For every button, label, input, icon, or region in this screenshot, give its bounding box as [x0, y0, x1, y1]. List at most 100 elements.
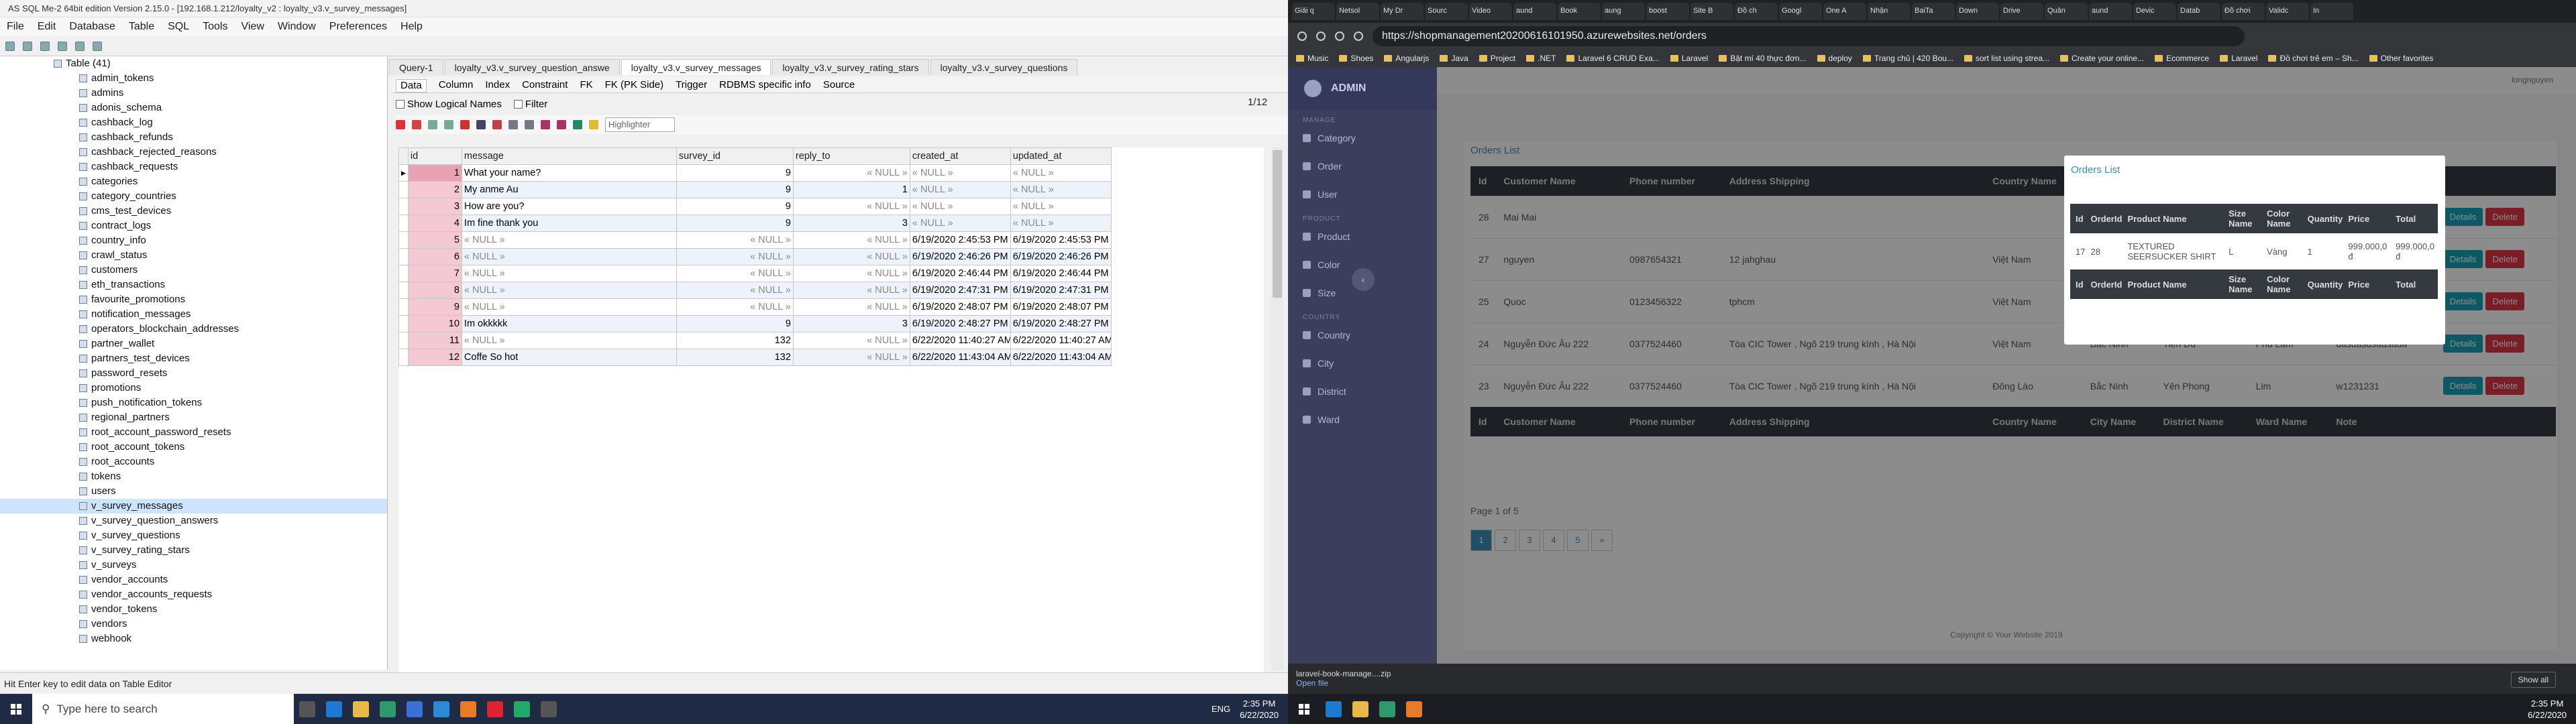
bookmark-item[interactable]: Java: [1440, 54, 1468, 63]
row-indicator[interactable]: [398, 349, 409, 366]
doc-tab[interactable]: loyalty_v3.v_survey_rating_stars: [772, 59, 929, 75]
tab-fk[interactable]: FK: [580, 79, 592, 93]
row-indicator[interactable]: [398, 315, 409, 333]
sql-icon[interactable]: [93, 41, 102, 51]
grid-scrollbar[interactable]: [1271, 147, 1283, 670]
browser-tab[interactable]: Datab: [2178, 3, 2220, 20]
cell-reply_to[interactable]: 3: [792, 215, 910, 232]
row-indicator[interactable]: [398, 231, 409, 249]
menu-item-window[interactable]: Window: [278, 21, 316, 36]
tree-item-operators_blockchain_addresses[interactable]: operators_blockchain_addresses: [0, 322, 387, 337]
doc-tab[interactable]: loyalty_v3.v_survey_questions: [930, 59, 1078, 75]
tree-item-root_account_password_resets[interactable]: root_account_password_resets: [0, 425, 387, 440]
refresh-icon[interactable]: [40, 41, 50, 51]
bookmark-item[interactable]: Laravel 6 CRUD Exa...: [1566, 54, 1660, 63]
brand[interactable]: ADMIN: [1288, 67, 1437, 110]
tab-trigger[interactable]: Trigger: [676, 79, 707, 93]
move-up-icon[interactable]: [428, 120, 437, 129]
cell-id[interactable]: 1: [407, 164, 462, 182]
bookmark-item[interactable]: .NET: [1526, 54, 1556, 63]
browser-tab[interactable]: BaiTa: [1912, 3, 1955, 20]
back-icon[interactable]: [1297, 32, 1307, 41]
row-indicator[interactable]: [398, 248, 409, 265]
cell-created_at[interactable]: 6/19/2020 2:48:07 PM: [909, 298, 1011, 316]
bookmark-item[interactable]: sort list using strea...: [1964, 54, 2049, 63]
table-row[interactable]: ▶ 1 What your name? 9 « NULL » « NULL » « NULL…: [398, 164, 1112, 182]
sidebar-toggle-button[interactable]: ‹: [1352, 268, 1375, 291]
tab-rdbms-specific-info[interactable]: RDBMS specific info: [719, 79, 811, 93]
browser-tab[interactable]: Drive: [2000, 3, 2043, 20]
table-row[interactable]: 2 My anme Au 9 1 « NULL » « NULL »: [398, 181, 1112, 198]
row-indicator[interactable]: [398, 265, 409, 282]
cell-survey_id[interactable]: 9: [676, 315, 794, 333]
table-row[interactable]: 6 « NULL » « NULL » « NULL » 6/19/2020 2:46:…: [398, 248, 1112, 265]
cell-id[interactable]: 3: [407, 198, 462, 215]
cell-survey_id[interactable]: « NULL »: [676, 265, 794, 282]
table-row[interactable]: 10 Im okkkkk 9 3 6/19/2020 2:48:27 PM 6/19/20…: [398, 315, 1112, 333]
cell-created_at[interactable]: 6/22/2020 11:43:04 AM: [909, 349, 1011, 366]
tree-item-partner_wallet[interactable]: partner_wallet: [0, 337, 387, 351]
cell-id[interactable]: 8: [407, 282, 462, 299]
tab-constraint[interactable]: Constraint: [522, 79, 568, 93]
save-icon[interactable]: [23, 41, 32, 51]
language-indicator[interactable]: ENG: [1212, 704, 1230, 714]
run-icon[interactable]: [589, 120, 598, 129]
row-indicator[interactable]: [398, 298, 409, 316]
cell-survey_id[interactable]: 132: [676, 332, 794, 349]
download-item[interactable]: laravel-book-manage....zip Open file: [1296, 669, 2568, 688]
row-indicator[interactable]: [398, 181, 409, 198]
cell-message[interactable]: « NULL »: [461, 332, 677, 349]
add-row-icon[interactable]: [396, 120, 405, 129]
browser-tab[interactable]: My Dr: [1381, 3, 1424, 20]
cell-reply_to[interactable]: « NULL »: [792, 164, 910, 182]
tree-item-admins[interactable]: admins: [0, 86, 387, 101]
cell-message[interactable]: « NULL »: [461, 248, 677, 265]
cell-created_at[interactable]: « NULL »: [909, 215, 1011, 232]
menu-item-database[interactable]: Database: [69, 21, 115, 36]
tree-item-category_countries[interactable]: category_countries: [0, 189, 387, 204]
bookmark-item[interactable]: Create your online...: [2060, 54, 2144, 63]
highlighter-input[interactable]: Highlighter: [605, 117, 675, 132]
cell-reply_to[interactable]: « NULL »: [792, 282, 910, 299]
filter-icon[interactable]: [476, 120, 486, 129]
filter-checkbox[interactable]: Filter: [513, 99, 547, 110]
menu-item-tools[interactable]: Tools: [203, 21, 227, 36]
row-indicator[interactable]: [398, 282, 409, 299]
cell-updated_at[interactable]: 6/19/2020 2:48:07 PM: [1010, 298, 1112, 316]
browser-tab[interactable]: aund: [1513, 3, 1556, 20]
tree-item-cms_test_devices[interactable]: cms_test_devices: [0, 204, 387, 219]
skype-icon[interactable]: [433, 701, 449, 717]
cell-updated_at[interactable]: « NULL »: [1010, 198, 1112, 215]
sidebar-item-city[interactable]: City: [1288, 349, 1437, 377]
delete-row-icon[interactable]: [412, 120, 421, 129]
cell-survey_id[interactable]: 9: [676, 198, 794, 215]
tree-item-root_account_tokens[interactable]: root_account_tokens: [0, 440, 387, 455]
cell-survey_id[interactable]: « NULL »: [676, 282, 794, 299]
tree-item-v_survey_questions[interactable]: v_survey_questions: [0, 528, 387, 543]
menu-item-view[interactable]: View: [241, 21, 264, 36]
firefox-icon[interactable]: [1406, 701, 1422, 717]
cell-survey_id[interactable]: 132: [676, 349, 794, 366]
cell-reply_to[interactable]: « NULL »: [792, 349, 910, 366]
table-row[interactable]: 11 « NULL » 132 « NULL » 6/22/2020 11:40:27 …: [398, 332, 1112, 349]
tree-item-admin_tokens[interactable]: admin_tokens: [0, 71, 387, 86]
show-logical-names-checkbox[interactable]: Show Logical Names: [396, 99, 502, 110]
bookmark-item[interactable]: Trang chủ | 420 Bou...: [1862, 54, 1953, 63]
tree-item-regional_partners[interactable]: regional_partners: [0, 410, 387, 425]
cut-icon[interactable]: [492, 120, 502, 129]
cell-message[interactable]: « NULL »: [461, 265, 677, 282]
tree-item-eth_transactions[interactable]: eth_transactions: [0, 278, 387, 292]
disconnect-icon[interactable]: [75, 41, 85, 51]
cell-id[interactable]: 11: [407, 332, 462, 349]
explorer-icon[interactable]: [1352, 701, 1368, 717]
start-button-2[interactable]: [1288, 694, 1320, 724]
sidebar-item-country[interactable]: Country: [1288, 321, 1437, 349]
cell-id[interactable]: 2: [407, 181, 462, 198]
app-icon[interactable]: [1379, 701, 1395, 717]
cell-survey_id[interactable]: 9: [676, 215, 794, 232]
doc-tab[interactable]: Query-1: [389, 59, 443, 75]
column-header-reply_to[interactable]: reply_to: [792, 147, 910, 165]
doc-tab[interactable]: loyalty_v3.v_survey_messages: [621, 59, 771, 75]
app-icon[interactable]: [380, 701, 396, 717]
bookmark-item[interactable]: Bật mí 40 thực đơn...: [1719, 54, 1807, 63]
